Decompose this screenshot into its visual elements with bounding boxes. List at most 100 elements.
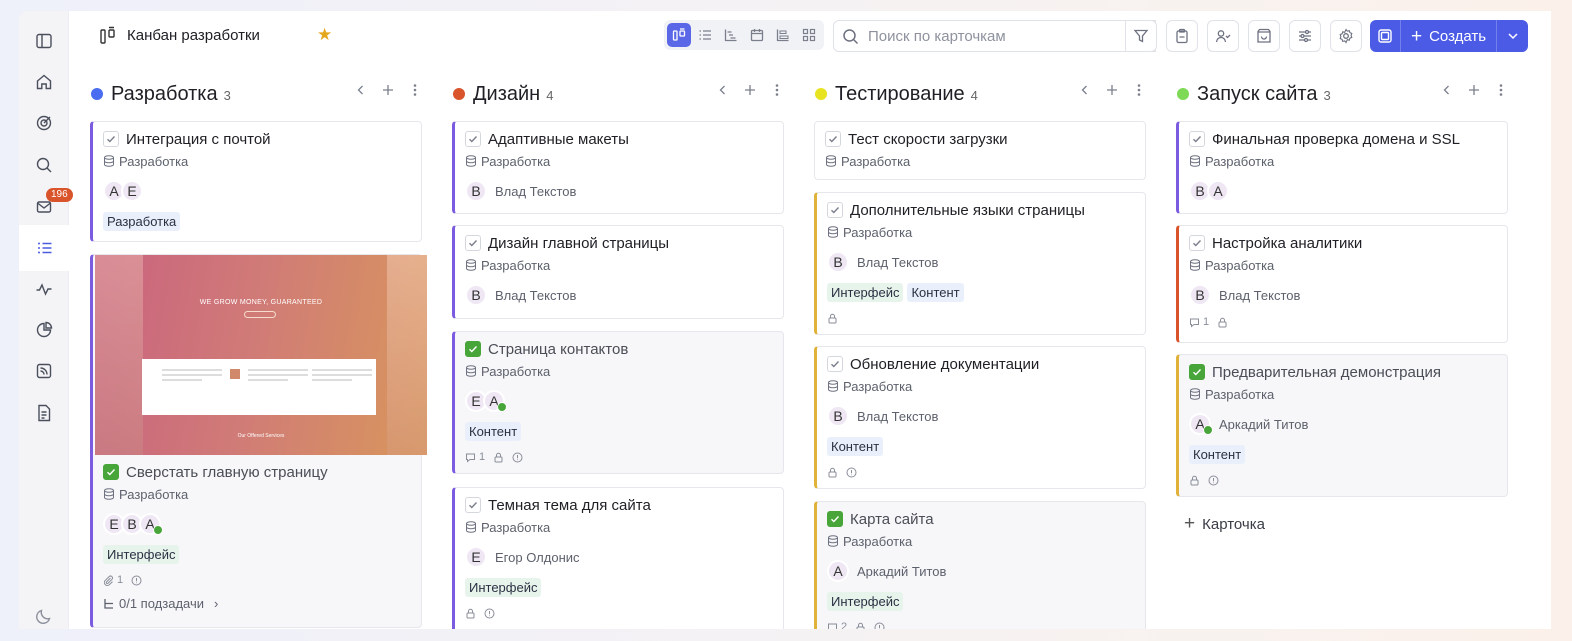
kanban-view-icon[interactable] xyxy=(667,23,691,47)
add-card-plus-icon[interactable] xyxy=(1467,83,1481,97)
task-card[interactable]: Дизайн главной страницы Разработка В Влад… xyxy=(452,225,784,319)
avatar[interactable]: В xyxy=(465,180,487,202)
avatar[interactable]: В xyxy=(827,405,849,427)
task-checkbox[interactable] xyxy=(825,131,841,147)
favorite-star-icon[interactable]: ★ xyxy=(317,25,332,45)
search-icon[interactable] xyxy=(27,148,61,182)
dark-mode-icon[interactable] xyxy=(35,607,53,625)
task-card[interactable]: Темная тема для сайта Разработка Е Егор О… xyxy=(452,487,784,629)
task-card[interactable]: Карта сайта Разработка А Аркадий Титов Ин… xyxy=(814,501,1146,629)
task-card[interactable]: Дополнительные языки страницы Разработка… xyxy=(814,192,1146,335)
comments-count: 1 xyxy=(1189,316,1209,328)
task-card[interactable]: Тест скорости загрузки Разработка xyxy=(814,121,1146,180)
create-dropdown-button[interactable] xyxy=(1497,20,1528,52)
reports-icon[interactable] xyxy=(27,313,61,347)
status-dot xyxy=(91,88,103,100)
task-checkbox[interactable] xyxy=(465,235,481,251)
avatar[interactable]: А xyxy=(827,560,849,582)
task-checkbox[interactable] xyxy=(103,131,119,147)
task-checkbox[interactable] xyxy=(1189,131,1205,147)
add-card-plus-icon[interactable] xyxy=(381,83,395,97)
filter-button[interactable] xyxy=(1125,20,1157,52)
archive-button[interactable] xyxy=(1248,20,1280,52)
task-card[interactable]: Предварительная демонстрация Разработка … xyxy=(1176,354,1508,497)
collapse-chevron-icon[interactable] xyxy=(716,83,730,97)
avatar[interactable]: В xyxy=(1189,284,1211,306)
task-checkbox[interactable] xyxy=(1189,235,1205,251)
task-checkbox[interactable] xyxy=(827,511,843,527)
avatar[interactable]: В xyxy=(465,284,487,306)
task-checkbox[interactable] xyxy=(465,497,481,513)
search-input[interactable] xyxy=(868,27,1118,45)
search-box xyxy=(833,20,1156,52)
tag[interactable]: Контент xyxy=(827,437,884,456)
task-checkbox[interactable] xyxy=(103,464,119,480)
panel-toggle-icon[interactable] xyxy=(27,24,61,58)
avatar[interactable]: А xyxy=(1189,413,1213,435)
column-design: Дизайн 4 Адаптивные макеты Разработка ВВ… xyxy=(450,81,784,629)
avatar[interactable]: А xyxy=(1207,180,1229,202)
documents-icon[interactable] xyxy=(27,396,61,430)
column-menu-icon[interactable] xyxy=(408,83,422,97)
avatar[interactable]: А xyxy=(483,390,507,412)
activity-icon[interactable] xyxy=(27,272,61,306)
task-card[interactable]: Обновление документации Разработка В Влад… xyxy=(814,346,1146,489)
add-card-plus-icon[interactable] xyxy=(1105,83,1119,97)
column-development: Разработка 3 Интеграция с почтой Разрабо… xyxy=(88,81,427,628)
card-title: Сверстать главную страницу xyxy=(126,463,328,481)
gantt-view-icon[interactable] xyxy=(719,23,743,47)
task-card[interactable]: Настройка аналитики Разработка В Влад Тек… xyxy=(1176,225,1508,343)
timeline-view-icon[interactable] xyxy=(771,23,795,47)
template-button[interactable] xyxy=(1370,20,1401,52)
column-menu-icon[interactable] xyxy=(1132,83,1146,97)
tag[interactable]: Интерфейс xyxy=(827,283,904,302)
task-checkbox[interactable] xyxy=(827,356,843,372)
create-button[interactable]: + Создать xyxy=(1401,20,1498,52)
task-card[interactable]: Интеграция с почтой Разработка А Е Разра… xyxy=(90,121,422,242)
add-card-button[interactable]: + Карточка xyxy=(1184,513,1265,535)
grid-view-icon[interactable] xyxy=(797,23,821,47)
tag[interactable]: Контент xyxy=(907,283,964,302)
task-card[interactable]: Страница контактов Разработка Е А Контен… xyxy=(452,331,784,474)
tag[interactable]: Интерфейс xyxy=(465,578,542,597)
avatar[interactable]: Е xyxy=(465,546,487,568)
list-view-icon[interactable] xyxy=(693,23,717,47)
task-checkbox[interactable] xyxy=(465,341,481,357)
collapse-chevron-icon[interactable] xyxy=(354,83,368,97)
tag[interactable]: Контент xyxy=(465,422,522,441)
task-card[interactable]: Адаптивные макеты Разработка В Влад Текст… xyxy=(452,121,784,214)
tag[interactable]: Разработка xyxy=(103,212,181,231)
home-icon[interactable] xyxy=(27,65,61,99)
avatar[interactable]: Е xyxy=(121,180,143,202)
task-checkbox[interactable] xyxy=(1189,364,1205,380)
add-card-plus-icon[interactable] xyxy=(743,83,757,97)
column-menu-icon[interactable] xyxy=(1494,83,1508,97)
feeds-icon[interactable] xyxy=(27,354,61,388)
column-count: 3 xyxy=(1323,88,1331,103)
task-card[interactable]: Финальная проверка домена и SSL Разработ… xyxy=(1176,121,1508,214)
task-checkbox[interactable] xyxy=(465,131,481,147)
task-checkbox[interactable] xyxy=(827,202,843,218)
tag[interactable]: Контент xyxy=(1189,445,1246,464)
column-count: 4 xyxy=(546,88,554,103)
settings-sliders-button[interactable] xyxy=(1289,20,1321,52)
subtasks-label: 0/1 подзадачи xyxy=(119,596,205,611)
task-card[interactable]: WE GROW MONEY, GUARANTEED Our Offered Se… xyxy=(90,254,427,628)
collapse-chevron-icon[interactable] xyxy=(1440,83,1454,97)
column-title: Дизайн xyxy=(473,82,541,105)
clipboard-button[interactable] xyxy=(1166,20,1198,52)
members-button[interactable] xyxy=(1207,20,1239,52)
settings-button[interactable] xyxy=(1330,20,1362,52)
calendar-view-icon[interactable] xyxy=(745,23,769,47)
column-menu-icon[interactable] xyxy=(770,83,784,97)
tasks-icon[interactable] xyxy=(19,225,70,271)
avatar[interactable]: А xyxy=(139,513,163,535)
tag[interactable]: Интерфейс xyxy=(103,545,180,564)
avatar[interactable]: В xyxy=(827,251,849,273)
subtasks-toggle[interactable]: 0/1 подзадачи › xyxy=(103,596,411,611)
inbox-icon[interactable]: 196 xyxy=(27,188,73,224)
collapse-chevron-icon[interactable] xyxy=(1078,83,1092,97)
card-title: Страница контактов xyxy=(488,340,629,358)
goals-icon[interactable] xyxy=(27,106,61,140)
tag[interactable]: Интерфейс xyxy=(827,592,904,611)
